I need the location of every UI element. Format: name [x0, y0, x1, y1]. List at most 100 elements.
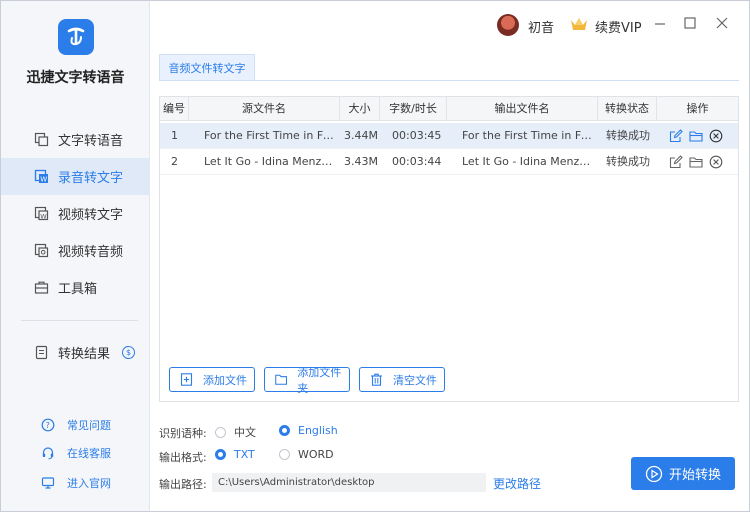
sidebar-item-video-to-audio[interactable]: 视频转音频 — [1, 232, 150, 269]
svg-text:W: W — [40, 212, 47, 220]
edit-icon[interactable] — [669, 155, 683, 169]
row-source-name: For the First Time in For... — [204, 129, 336, 142]
monitor-icon — [41, 477, 55, 489]
sidebar-item-text-to-speech[interactable]: 文字转语音 — [1, 121, 150, 158]
row-status: 转换成功 — [606, 155, 650, 168]
sidebar-item-audio-to-text[interactable]: W 录音转文字 — [1, 158, 150, 195]
results-badge: $ — [122, 346, 136, 359]
app-window: 迅捷文字转语音 文字转语音 W 录音转文字 W 视频转文字 视频转音频 工具箱 … — [0, 0, 750, 512]
clear-files-label: 清空文件 — [393, 373, 437, 387]
radio-label: TXT — [234, 448, 255, 461]
headset-icon — [42, 447, 54, 460]
row-size: 3.44M — [344, 129, 378, 142]
play-icon — [645, 465, 663, 482]
row-size: 3.43M — [344, 155, 378, 168]
delete-icon[interactable] — [709, 155, 723, 169]
header-duration: 字数/时长 — [380, 97, 447, 121]
sidebar-item-label: 转换结果 — [58, 347, 111, 362]
add-file-icon — [180, 373, 193, 386]
header-status: 转换状态 — [598, 97, 657, 121]
radio-dot — [215, 426, 226, 438]
header-source: 源文件名 — [189, 97, 340, 121]
change-path-link[interactable]: 更改路径 — [493, 475, 541, 492]
svg-text:?: ? — [46, 421, 50, 430]
row-number: 2 — [171, 155, 178, 168]
row-source-name: Let It Go - Idina Menzel... — [204, 155, 336, 168]
tab-audio-to-text[interactable]: 音频文件转文字 — [159, 54, 255, 80]
format-txt-radio[interactable]: TXT — [215, 448, 255, 461]
folder-icon — [275, 374, 287, 385]
sidebar-item-results[interactable]: 转换结果 $ — [1, 334, 150, 371]
sidebar-item-label: 视频转音频 — [58, 245, 124, 260]
username[interactable]: 初音 — [528, 17, 554, 36]
delete-icon[interactable] — [709, 129, 723, 143]
output-path-field[interactable] — [212, 473, 486, 492]
video-to-text-icon: W — [34, 206, 49, 220]
add-folder-label: 添加文件夹 — [297, 365, 342, 395]
svg-text:W: W — [40, 175, 47, 183]
close-icon[interactable] — [714, 15, 730, 31]
format-label: 输出格式: — [159, 451, 207, 464]
text-to-speech-icon — [34, 132, 49, 147]
avatar[interactable] — [497, 14, 519, 36]
crown-icon[interactable] — [569, 15, 589, 33]
language-label: 识别语种: — [159, 427, 207, 440]
table-header: 编号 源文件名 大小 字数/时长 输出文件名 转换状态 操作 — [160, 97, 738, 121]
vip-renew-link[interactable]: 续费VIP — [595, 17, 642, 36]
audio-to-text-icon: W — [34, 169, 48, 183]
minimize-icon[interactable] — [652, 15, 668, 31]
language-english-radio[interactable]: English — [279, 424, 338, 437]
sidebar-divider — [21, 320, 138, 321]
question-icon: ? — [41, 418, 55, 432]
radio-dot — [279, 449, 290, 460]
language-chinese-radio[interactable]: 中文 — [215, 424, 256, 440]
add-file-button[interactable]: 添加文件 — [169, 367, 255, 392]
radio-dot — [215, 449, 226, 460]
radio-label: WORD — [298, 448, 334, 461]
start-conversion-button[interactable]: 开始转换 — [631, 457, 735, 490]
edit-icon[interactable] — [669, 129, 683, 143]
maximize-icon[interactable] — [682, 15, 698, 31]
header-size: 大小 — [340, 97, 380, 121]
sidebar-item-label: 文字转语音 — [58, 134, 124, 149]
table-row[interactable]: 2 Let It Go - Idina Menzel... 3.43M 00:0… — [160, 149, 738, 175]
folder-icon[interactable] — [689, 129, 703, 143]
app-logo-icon — [58, 19, 94, 55]
radio-label: English — [298, 424, 338, 437]
faq-link[interactable]: ? 常见问题 — [1, 414, 150, 436]
header-output: 输出文件名 — [447, 97, 598, 121]
row-output-name: Let It Go - Idina Menzel... — [462, 155, 594, 168]
add-folder-button[interactable]: 添加文件夹 — [264, 366, 350, 395]
sidebar-item-video-to-text[interactable]: W 视频转文字 — [1, 195, 150, 232]
format-word-radio[interactable]: WORD — [279, 448, 334, 461]
sidebar-item-toolbox[interactable]: 工具箱 — [1, 269, 150, 306]
folder-icon[interactable] — [689, 155, 703, 169]
document-icon — [35, 345, 48, 360]
radio-dot — [279, 425, 290, 436]
row-number: 1 — [171, 129, 178, 142]
sidebar-item-label: 录音转文字 — [58, 171, 124, 186]
add-file-label: 添加文件 — [203, 373, 247, 387]
toolbox-icon — [34, 281, 49, 294]
path-label: 输出路径: — [159, 478, 207, 491]
header-actions: 操作 — [686, 102, 709, 115]
row-duration: 00:03:44 — [392, 155, 442, 168]
online-support-label: 在线客服 — [67, 447, 111, 460]
clear-files-button[interactable]: 清空文件 — [359, 367, 445, 392]
file-table: 编号 源文件名 大小 字数/时长 输出文件名 转换状态 操作 1 For the… — [159, 96, 739, 402]
tab-underline — [159, 80, 739, 81]
row-duration: 00:03:45 — [392, 129, 442, 142]
official-site-label: 进入官网 — [67, 477, 111, 490]
sidebar-item-label: 视频转文字 — [58, 208, 124, 223]
video-to-audio-icon — [34, 243, 49, 258]
table-row[interactable]: 1 For the First Time in For... 3.44M 00:… — [160, 123, 738, 149]
sidebar: 迅捷文字转语音 文字转语音 W 录音转文字 W 视频转文字 视频转音频 工具箱 … — [1, 1, 150, 511]
app-name: 迅捷文字转语音 — [26, 70, 125, 86]
row-status: 转换成功 — [606, 129, 650, 142]
radio-label: 中文 — [234, 426, 256, 439]
start-label: 开始转换 — [668, 468, 721, 483]
online-support-link[interactable]: 在线客服 — [1, 442, 150, 464]
official-site-link[interactable]: 进入官网 — [1, 472, 150, 494]
sidebar-item-label: 工具箱 — [58, 282, 98, 297]
